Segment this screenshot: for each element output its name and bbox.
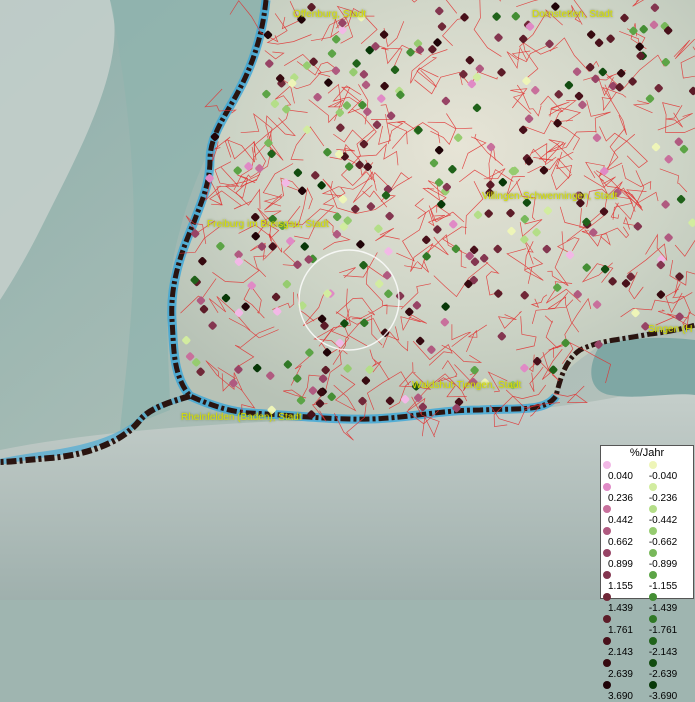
legend-row: 0.899 -0.899 (603, 548, 693, 570)
legend-swatch-positive (603, 681, 611, 689)
legend-value-positive: 2.639 (607, 669, 633, 680)
legend-swatch-positive (603, 571, 611, 579)
city-label-freiburg[interactable]: Freiburg im Breisgau, Stadt (207, 219, 329, 230)
legend-value-negative: -0.899 (648, 559, 678, 570)
legend-value-negative: -0.662 (648, 537, 678, 548)
legend-swatch-positive (603, 505, 611, 513)
legend-swatch-positive (603, 483, 611, 491)
legend-swatch-negative (649, 637, 658, 645)
legend-swatch-positive (603, 637, 611, 645)
legend-swatch-negative (649, 527, 658, 535)
legend-row: 0.442 -0.442 (603, 504, 693, 526)
legend-row: 0.662 -0.662 (603, 526, 693, 548)
legend-value-positive: 0.442 (607, 515, 633, 526)
legend-value-negative: -0.236 (648, 493, 678, 504)
legend-swatch-negative (649, 681, 658, 689)
legend-value-negative: -2.143 (648, 647, 678, 658)
city-label-offenburg[interactable]: Offenburg, Stadt (293, 9, 366, 20)
legend-row: 3.690 -3.690 (603, 680, 693, 702)
legend-value-positive: 2.143 (607, 647, 633, 658)
legend-value-negative: -2.639 (648, 669, 678, 680)
legend-value-negative: -3.690 (648, 691, 678, 702)
city-label-rheinfelden[interactable]: Rheinfelden (Baden), Stadt (181, 412, 302, 423)
legend: %/Jahr 0.040 -0.040 0.236 -0.236 0.442 -0.442… (600, 445, 694, 702)
lake-constance (591, 337, 695, 397)
city-label-dornstetten[interactable]: Dornstetten, Stadt (532, 9, 613, 20)
map-canvas[interactable] (0, 0, 695, 600)
legend-row: 1.761 -1.761 (603, 614, 693, 636)
city-label-waldshut[interactable]: Waldshut-Tiengen, Stadt (412, 380, 521, 391)
legend-value-positive: 0.236 (607, 493, 633, 504)
legend-row: 1.439 -1.439 (603, 592, 693, 614)
legend-swatch-positive (603, 527, 611, 535)
legend-table: 0.040 -0.040 0.236 -0.236 0.442 -0.442 0.662 -0… (603, 460, 693, 702)
legend-value-positive: 1.439 (607, 603, 633, 614)
legend-swatch-negative (649, 461, 658, 469)
legend-swatch-positive (603, 615, 611, 623)
legend-value-negative: -1.155 (648, 581, 678, 592)
legend-swatch-negative (649, 659, 658, 667)
legend-value-negative: -1.761 (648, 625, 678, 636)
legend-value-negative: -0.040 (648, 471, 678, 482)
legend-row: 0.236 -0.236 (603, 482, 693, 504)
legend-row: 2.143 -2.143 (603, 636, 693, 658)
legend-swatch-negative (649, 505, 658, 513)
legend-value-positive: 0.040 (607, 471, 633, 482)
legend-swatch-positive (603, 549, 611, 557)
legend-swatch-positive (603, 461, 611, 469)
legend-value-positive: 0.899 (607, 559, 633, 570)
legend-value-positive: 3.690 (607, 691, 633, 702)
legend-value-negative: -0.442 (648, 515, 678, 526)
legend-swatch-negative (649, 615, 658, 623)
city-label-villingen[interactable]: Villingen-Schwenningen, Stadt (482, 191, 617, 202)
legend-value-positive: 1.155 (607, 581, 633, 592)
legend-title: %/Jahr (629, 447, 665, 459)
legend-value-negative: -1.439 (648, 603, 678, 614)
legend-row: 0.040 -0.040 (603, 460, 693, 482)
legend-value-positive: 0.662 (607, 537, 633, 548)
legend-swatch-negative (649, 549, 658, 557)
legend-swatch-negative (649, 571, 658, 579)
legend-row: 2.639 -2.639 (603, 658, 693, 680)
legend-row: 1.155 -1.155 (603, 570, 693, 592)
legend-swatch-positive (603, 659, 611, 667)
city-label-singen[interactable]: Singen (H (648, 324, 692, 335)
legend-value-positive: 1.761 (607, 625, 633, 636)
legend-swatch-negative (649, 483, 658, 491)
